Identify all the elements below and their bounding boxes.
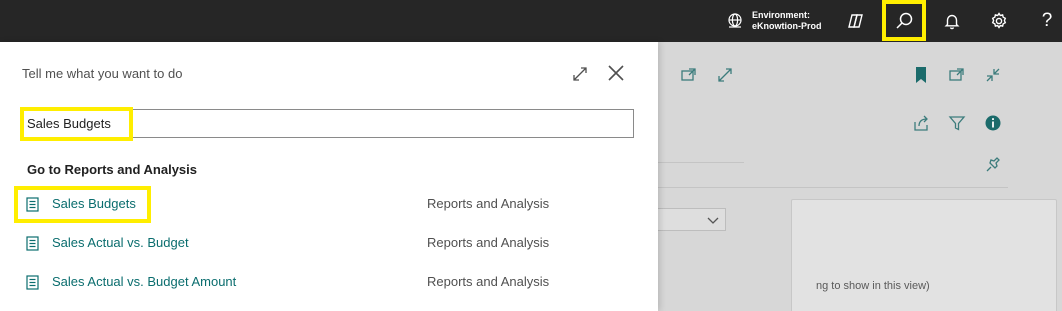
result-item[interactable]: Sales Actual vs. Budget Reports and Anal… xyxy=(22,228,642,258)
environment-indicator[interactable]: Environment: eKnowtion-Prod xyxy=(726,0,822,42)
dialog-title: Tell me what you want to do xyxy=(22,66,183,81)
bookmark-icon xyxy=(914,66,928,89)
top-bar: Environment: eKnowtion-Prod ? xyxy=(0,0,1062,42)
divider xyxy=(658,187,1008,188)
result-highlight xyxy=(14,186,151,223)
divider xyxy=(658,162,744,163)
search-icon xyxy=(894,11,914,31)
expand-icon xyxy=(716,66,734,89)
collapse-icon xyxy=(984,66,1002,89)
background-dropdown xyxy=(656,208,726,231)
expand-icon xyxy=(570,67,590,88)
globe-icon xyxy=(726,12,744,30)
report-icon xyxy=(26,236,39,256)
copilot-icon[interactable] xyxy=(842,0,870,42)
empty-view-text: ng to show in this view) xyxy=(816,280,930,292)
pin-icon xyxy=(984,156,1002,179)
help-icon[interactable]: ? xyxy=(1034,0,1060,42)
background-page: ng to show in this view) xyxy=(652,42,1062,311)
result-category: Reports and Analysis xyxy=(427,196,550,211)
result-category: Reports and Analysis xyxy=(427,274,550,289)
search-highlight xyxy=(20,107,133,141)
tell-me-dialog: Tell me what you want to do Sales Budget… xyxy=(0,42,658,311)
expand-dialog-button[interactable] xyxy=(570,64,590,84)
chevron-down-icon xyxy=(707,213,719,231)
search-button[interactable] xyxy=(882,0,926,41)
info-icon xyxy=(984,114,1002,137)
result-label[interactable]: Sales Actual vs. Budget Amount xyxy=(52,274,236,289)
close-icon xyxy=(606,65,626,87)
close-dialog-button[interactable] xyxy=(606,63,626,83)
background-panel xyxy=(791,199,1057,311)
section-title: Go to Reports and Analysis xyxy=(27,162,197,177)
share-icon xyxy=(912,114,930,137)
environment-label: Environment: xyxy=(752,10,811,20)
environment-name: eKnowtion-Prod xyxy=(752,21,822,31)
open-in-new-window-icon xyxy=(680,66,698,87)
report-icon xyxy=(26,275,39,295)
bell-icon[interactable] xyxy=(938,0,966,42)
result-category: Reports and Analysis xyxy=(427,235,550,250)
open-in-new-window-icon-2 xyxy=(948,66,966,87)
result-item[interactable]: Sales Actual vs. Budget Amount Reports a… xyxy=(22,267,642,297)
filter-icon xyxy=(948,114,966,137)
gear-icon[interactable] xyxy=(985,0,1013,42)
search-input[interactable] xyxy=(133,112,628,134)
result-label[interactable]: Sales Actual vs. Budget xyxy=(52,235,189,250)
